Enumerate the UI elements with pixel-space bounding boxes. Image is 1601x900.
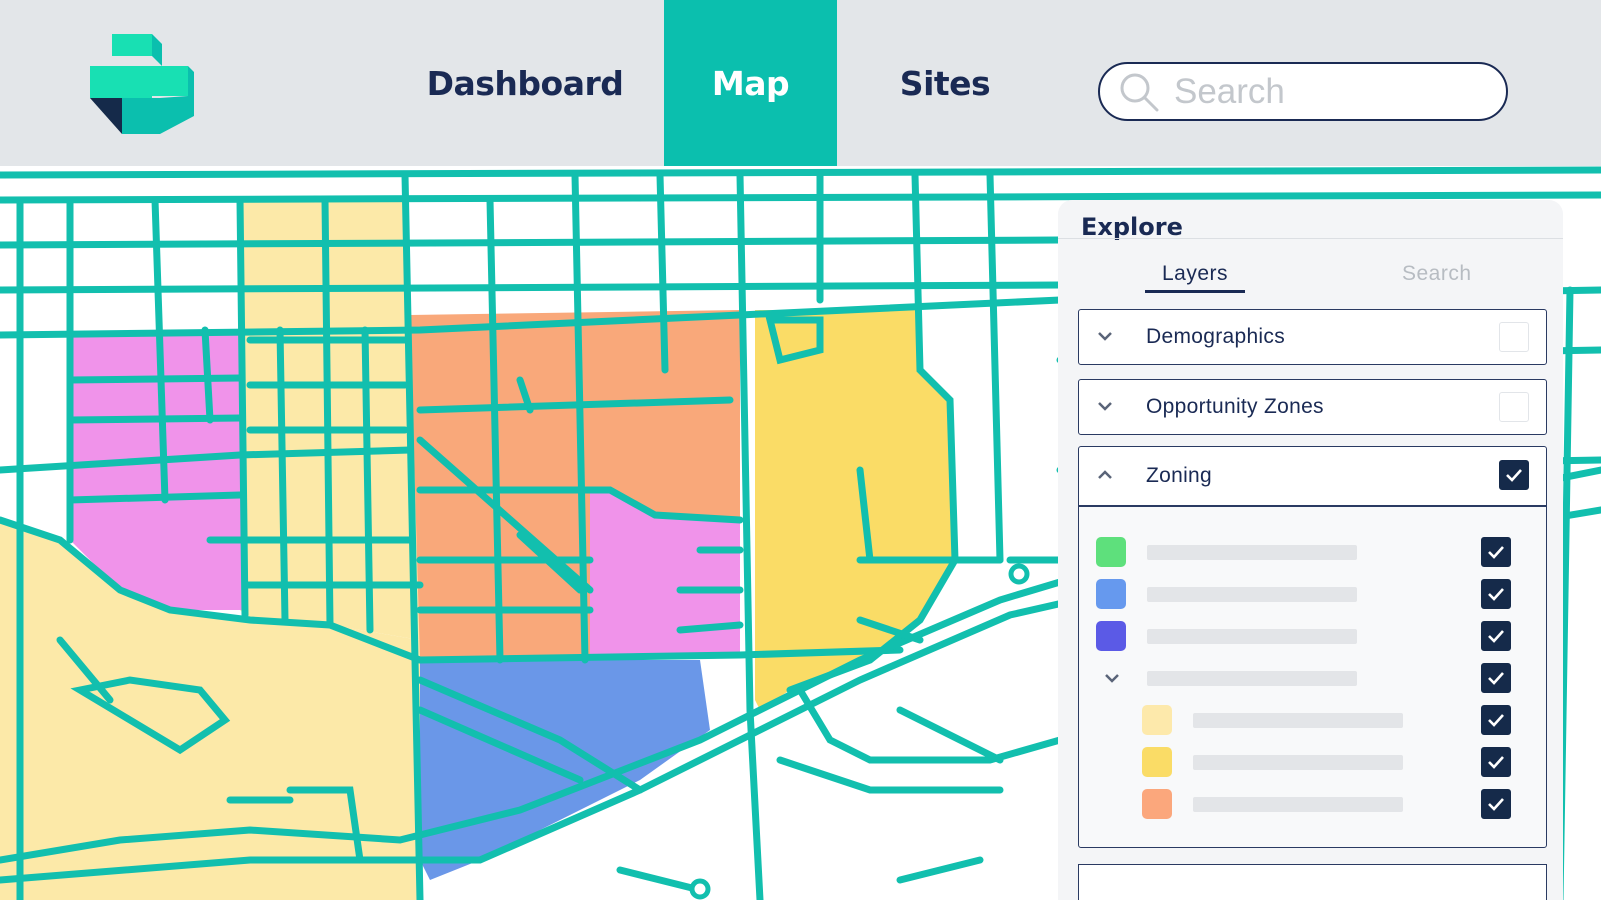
sublayer-label-placeholder	[1193, 755, 1403, 770]
color-swatch-green	[1096, 537, 1126, 567]
chevron-down-icon[interactable]	[1101, 667, 1123, 689]
brand-logo[interactable]	[90, 34, 194, 134]
sublayer-group-checkbox[interactable]	[1481, 663, 1511, 693]
tab-search[interactable]: Search	[1402, 262, 1472, 286]
zoning-sublayers	[1078, 506, 1547, 848]
explore-panel: Explore Layers Search Demographics Oppor…	[1058, 200, 1563, 900]
checkmark-icon	[1506, 469, 1522, 482]
checkmark-icon	[1488, 714, 1504, 727]
checkmark-icon	[1488, 546, 1504, 559]
sublayer-label-placeholder	[1147, 587, 1357, 602]
top-navigation-bar: Dashboard Map Sites	[0, 0, 1601, 166]
sublayer-label-placeholder	[1147, 629, 1357, 644]
layer-row-opportunity-zones[interactable]: Opportunity Zones	[1078, 379, 1547, 435]
layer-label: Zoning	[1146, 464, 1213, 487]
tab-layers[interactable]: Layers	[1145, 262, 1245, 293]
map-pin	[1008, 563, 1030, 585]
layer-row-zoning[interactable]: Zoning	[1078, 446, 1547, 506]
sublayer-checkbox[interactable]	[1481, 789, 1511, 819]
color-swatch-light-yellow	[1142, 705, 1172, 735]
search-box[interactable]	[1098, 62, 1508, 121]
layer-row-demographics[interactable]: Demographics	[1078, 309, 1547, 365]
checkmark-icon	[1488, 756, 1504, 769]
sublayer-checkbox[interactable]	[1481, 621, 1511, 651]
chevron-down-icon[interactable]	[1094, 325, 1116, 347]
chevron-down-icon[interactable]	[1094, 395, 1116, 417]
layer-checkbox-demographics[interactable]	[1499, 322, 1529, 352]
search-input[interactable]	[1174, 71, 1474, 112]
map-pin	[689, 878, 711, 900]
checkmark-icon	[1488, 672, 1504, 685]
nav-map[interactable]: Map	[664, 0, 837, 166]
checkmark-icon	[1488, 588, 1504, 601]
color-swatch-yellow	[1142, 747, 1172, 777]
layer-row-next[interactable]	[1078, 864, 1547, 900]
sublayer-checkbox[interactable]	[1481, 747, 1511, 777]
sublayer-label-placeholder	[1193, 797, 1403, 812]
checkmark-icon	[1488, 630, 1504, 643]
layer-label: Demographics	[1146, 325, 1285, 348]
panel-title: Explore	[1081, 213, 1183, 241]
color-swatch-purple	[1096, 621, 1126, 651]
layer-label: Opportunity Zones	[1146, 395, 1324, 418]
checkmark-icon	[1488, 798, 1504, 811]
divider	[1058, 238, 1563, 239]
sublayer-checkbox[interactable]	[1481, 579, 1511, 609]
layer-checkbox-opportunity-zones[interactable]	[1499, 392, 1529, 422]
sublayer-group-label-placeholder	[1147, 671, 1357, 686]
sublayer-checkbox[interactable]	[1481, 705, 1511, 735]
layer-checkbox-zoning[interactable]	[1499, 460, 1529, 490]
nav-dashboard[interactable]: Dashboard	[425, 0, 625, 166]
sublayer-label-placeholder	[1147, 545, 1357, 560]
zoning-areas	[0, 200, 955, 900]
search-icon	[1120, 73, 1159, 111]
nav-sites[interactable]: Sites	[880, 0, 1010, 166]
color-swatch-orange	[1142, 789, 1172, 819]
sublayer-checkbox[interactable]	[1481, 537, 1511, 567]
color-swatch-blue	[1096, 579, 1126, 609]
chevron-up-icon[interactable]	[1094, 464, 1116, 486]
sublayer-label-placeholder	[1193, 713, 1403, 728]
